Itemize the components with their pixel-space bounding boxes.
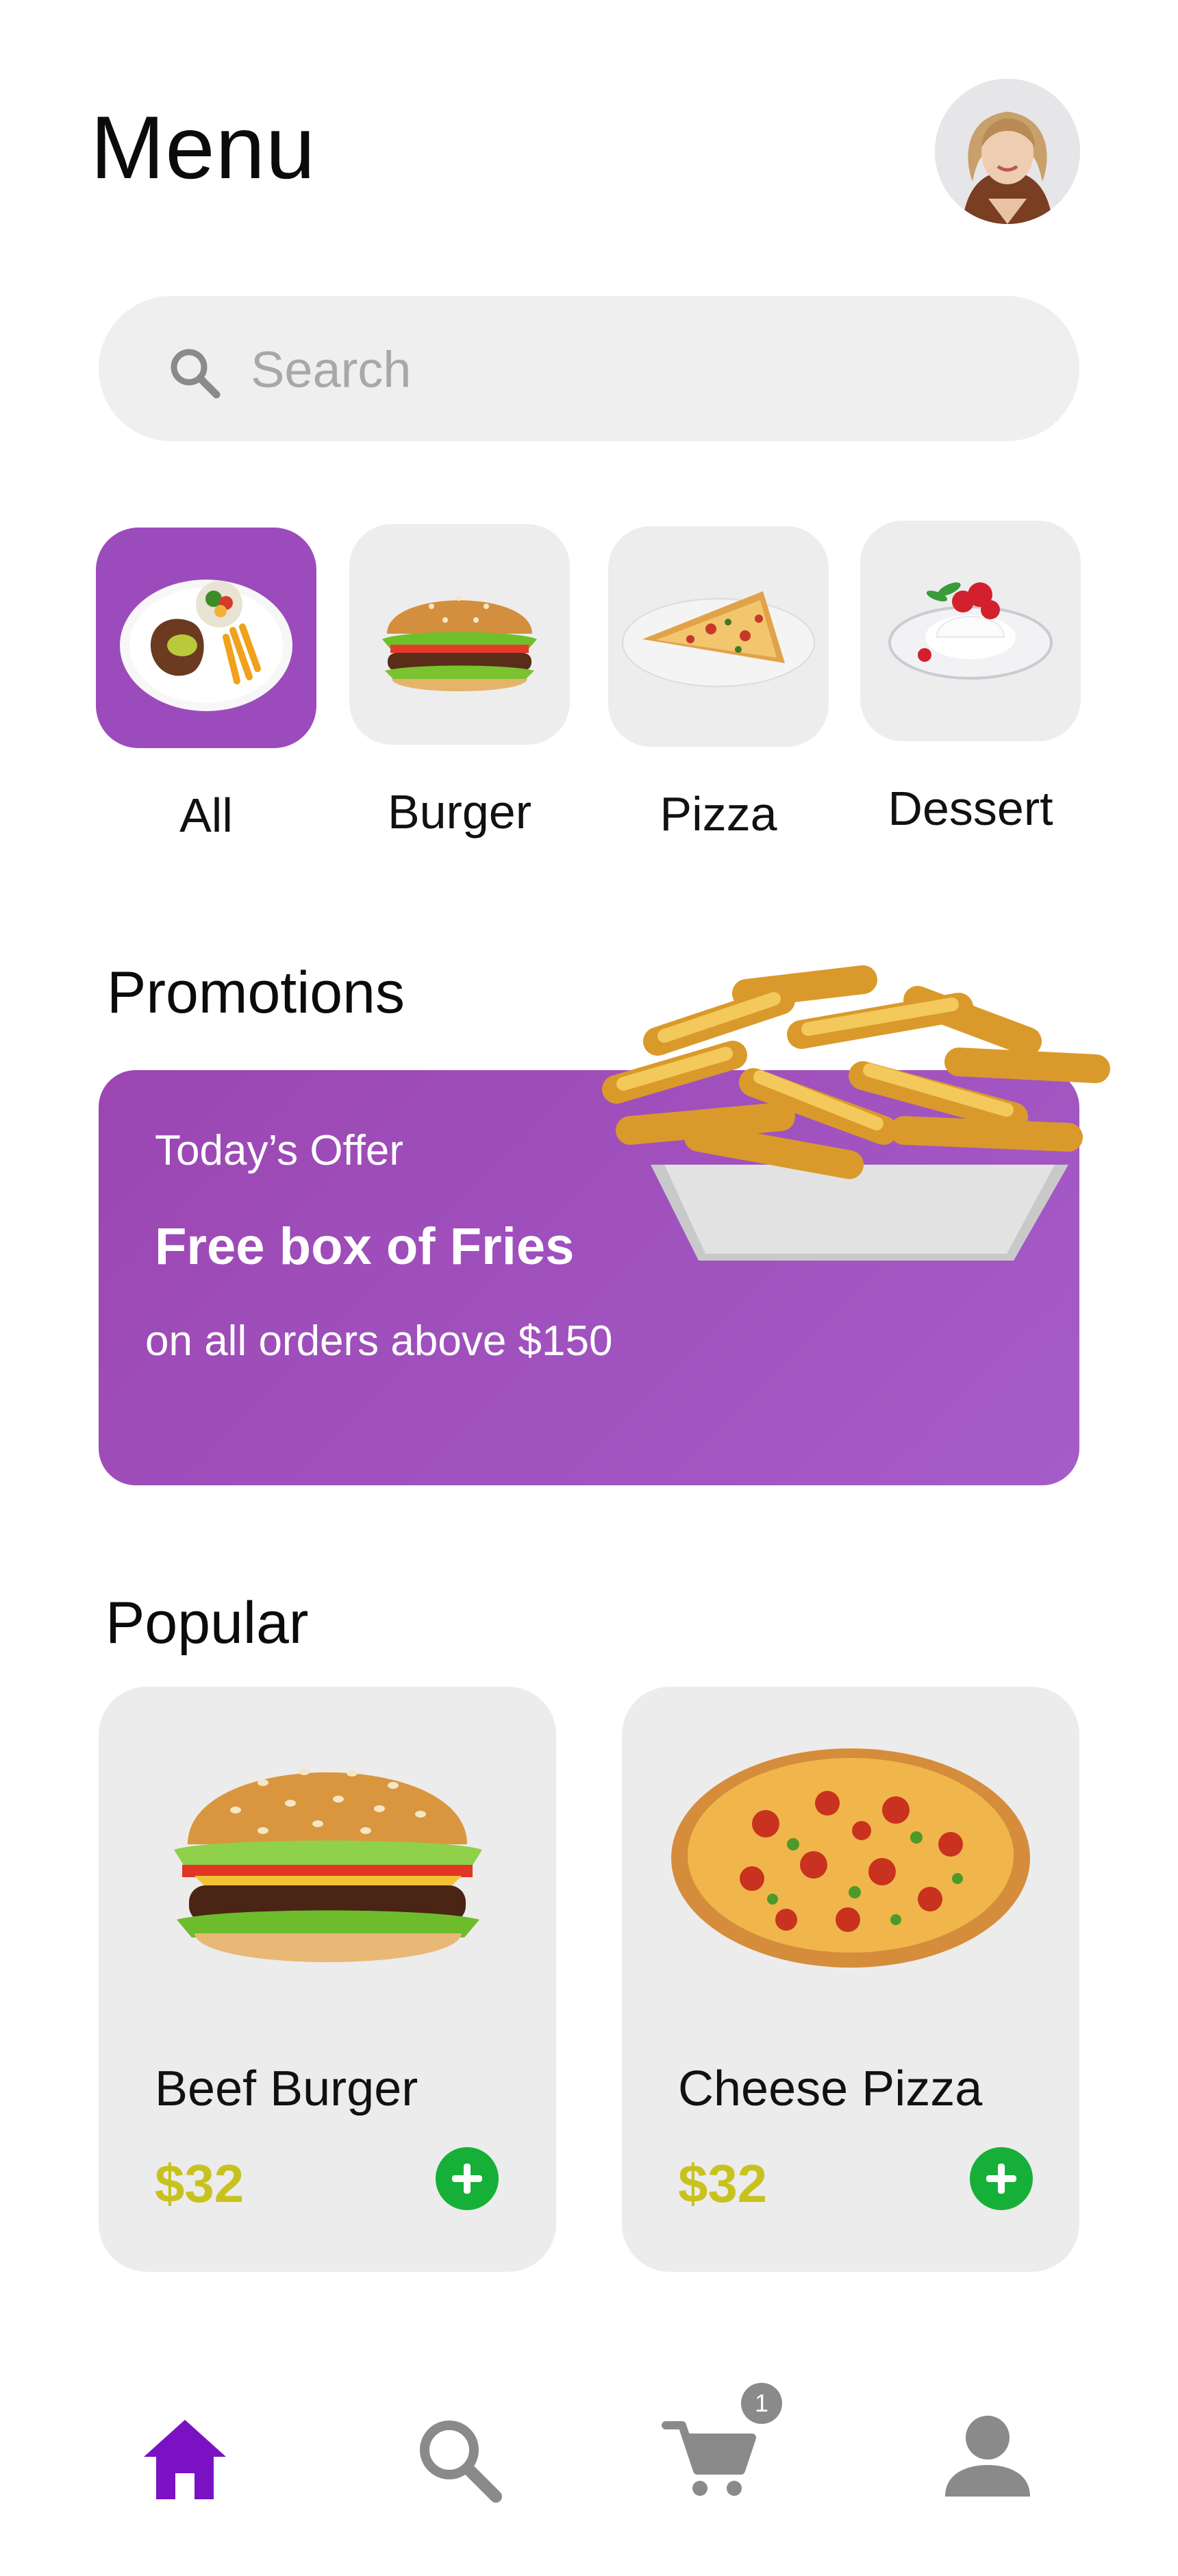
search-nav-icon[interactable] (411, 2412, 507, 2507)
cart-count-badge: 1 (741, 2383, 782, 2424)
promo-description: on all orders above $150 (145, 1317, 613, 1365)
promotions-heading: Promotions (107, 960, 405, 1026)
avatar-image (935, 79, 1080, 224)
home-icon[interactable] (137, 2412, 233, 2507)
add-to-cart-button[interactable] (970, 2147, 1033, 2210)
fries-image (602, 965, 1110, 1261)
cart-icon[interactable] (662, 2412, 757, 2507)
food-name: Beef Burger (155, 2061, 418, 2116)
food-name: Cheese Pizza (678, 2061, 983, 2116)
category-tile[interactable] (349, 524, 570, 745)
pizza-slice-icon (622, 591, 815, 687)
food-card-cheese-pizza[interactable]: Cheese Pizza $32 (622, 1687, 1079, 2272)
promo-subtitle: Today’s Offer (155, 1127, 404, 1174)
search-input[interactable] (251, 332, 1004, 407)
category-label: Burger (387, 785, 532, 839)
category-burger[interactable]: Burger (349, 524, 570, 839)
category-label: Pizza (660, 787, 777, 841)
page-title: Menu (90, 97, 316, 197)
avatar[interactable] (935, 79, 1080, 224)
category-all[interactable]: All (96, 528, 316, 843)
food-price: $32 (678, 2153, 768, 2214)
category-pizza[interactable]: Pizza (608, 526, 829, 841)
steak-plate-icon (120, 580, 292, 711)
add-to-cart-button[interactable] (436, 2147, 499, 2210)
food-price: $32 (155, 2153, 245, 2214)
dessert-icon (888, 582, 1053, 680)
category-tile[interactable] (608, 526, 829, 747)
popular-heading: Popular (105, 1590, 309, 1656)
beef-burger-image (174, 1768, 482, 1962)
category-tile[interactable] (96, 528, 316, 748)
cheese-pizza-image (671, 1748, 1030, 1968)
category-dessert[interactable]: Dessert (860, 521, 1081, 836)
food-card-beef-burger[interactable]: Beef Burger $32 (99, 1687, 556, 2272)
category-label: All (179, 789, 233, 842)
search-icon (171, 349, 221, 399)
category-label: Dessert (888, 782, 1053, 835)
search-bar[interactable] (99, 296, 1079, 441)
profile-icon[interactable] (940, 2407, 1036, 2503)
promo-title: Free box of Fries (155, 1217, 575, 1276)
category-tile[interactable] (860, 521, 1081, 741)
burger-icon (382, 595, 537, 691)
